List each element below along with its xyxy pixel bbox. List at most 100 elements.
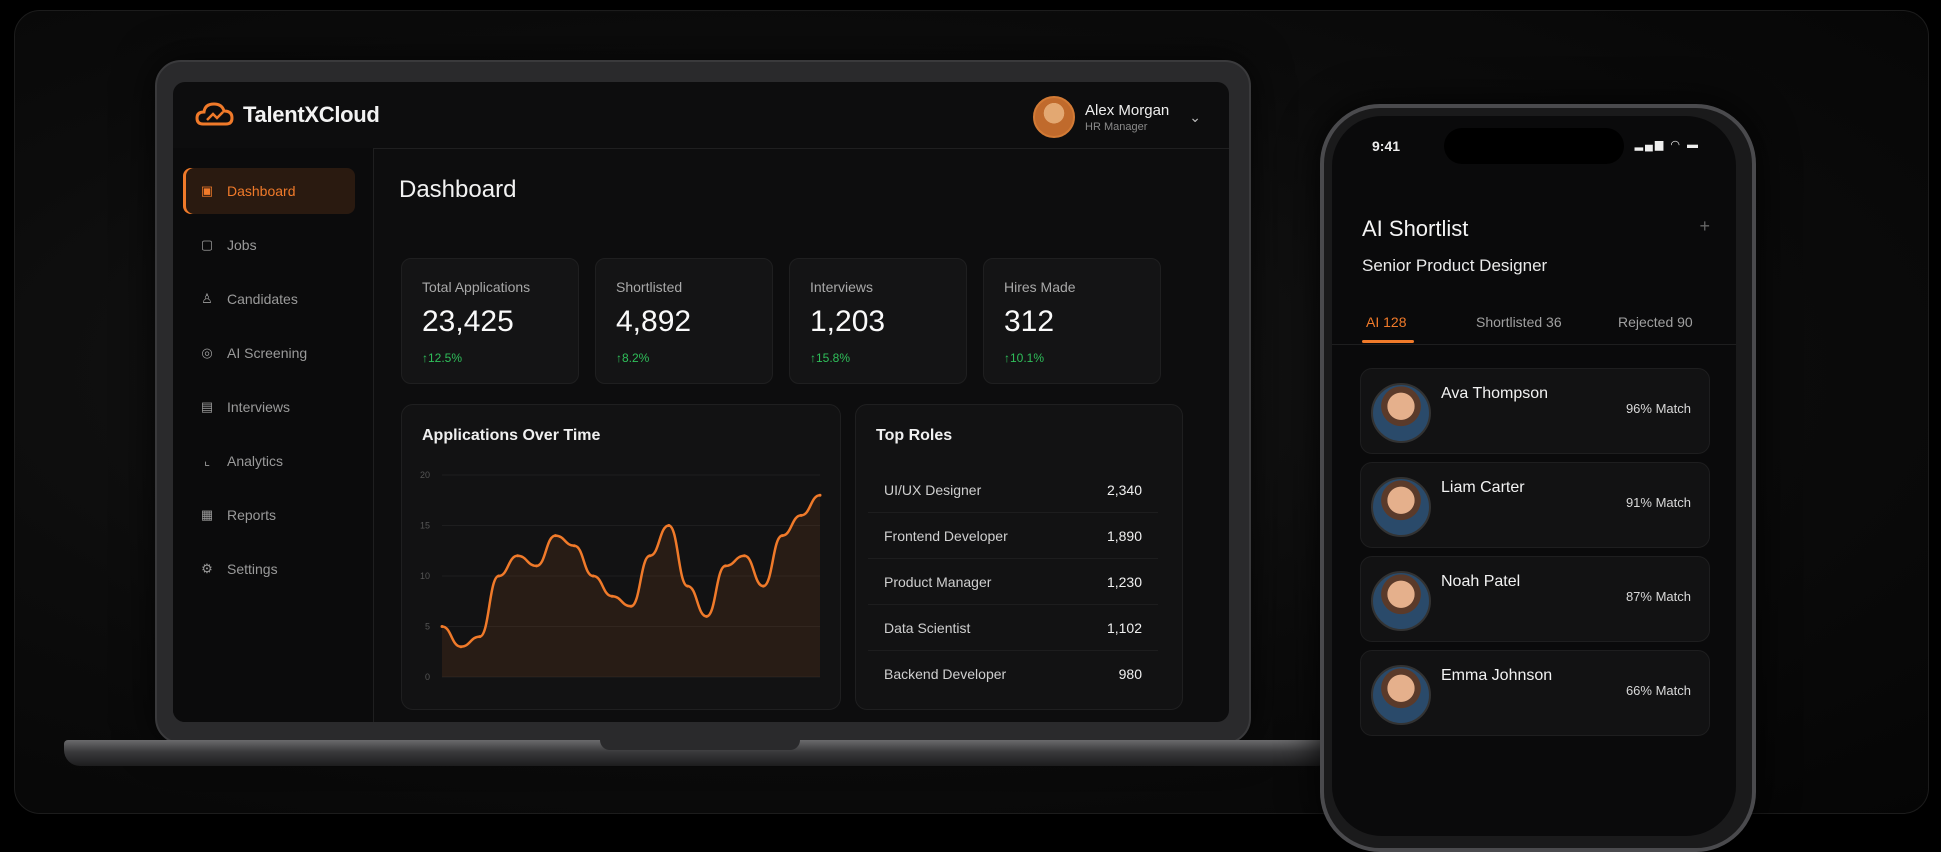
data-point[interactable]	[780, 534, 784, 538]
app-header: TalentXCloud Alex Morgan HR Manager ⌄	[173, 82, 1229, 149]
top-role-row[interactable]: Product Manager 1,230	[868, 559, 1158, 605]
laptop-hinge-notch	[600, 740, 800, 750]
add-icon[interactable]: +	[1699, 216, 1710, 237]
candidate-name: Noah Patel	[1441, 573, 1521, 590]
role-count: 1,230	[1106, 573, 1142, 590]
data-point[interactable]	[724, 564, 727, 568]
data-point[interactable]	[799, 513, 803, 517]
candidate-card[interactable]: Liam Carter 91% Match	[1360, 462, 1710, 548]
sidebar-item-label: Jobs	[227, 237, 257, 253]
y-tick-label: 20	[420, 470, 430, 480]
stat-card-hires-made[interactable]: Hires Made 312 ↑10.1%	[983, 258, 1161, 384]
avatar	[1371, 477, 1431, 537]
candidate-name: Liam Carter	[1441, 479, 1525, 496]
data-point[interactable]	[818, 493, 822, 497]
sidebar-item-label: Candidates	[227, 291, 298, 307]
y-tick-label: 0	[425, 672, 430, 682]
match-score: 87% Match	[1625, 589, 1691, 604]
candidate-card[interactable]: Emma Johnson 66% Match	[1360, 650, 1710, 736]
stat-value: 312	[1004, 305, 1055, 338]
sidebar-item-analytics[interactable]: ⌞ Analytics	[183, 438, 355, 484]
candidate-name: Ava Thompson	[1441, 385, 1549, 402]
data-point[interactable]	[648, 554, 652, 558]
user-menu[interactable]: Alex Morgan HR Manager ⌄	[1033, 96, 1201, 138]
page-title: Dashboard	[399, 176, 517, 203]
data-point[interactable]	[478, 635, 482, 639]
status-time: 9:41	[1372, 138, 1401, 154]
data-point[interactable]	[572, 544, 576, 548]
sidebar-item-label: Analytics	[227, 453, 284, 469]
top-role-row[interactable]: Data Scientist 1,102	[868, 605, 1158, 651]
stat-card-total-applications[interactable]: Total Applications 23,425 ↑12.5%	[401, 258, 579, 384]
data-point[interactable]	[667, 524, 671, 527]
briefcase-icon: ▢	[200, 237, 214, 252]
role-name: UI/UX Designer	[884, 481, 982, 498]
ai-icon: ◎	[201, 345, 213, 360]
stat-card-shortlisted[interactable]: Shortlisted 4,892 ↑8.2%	[595, 258, 773, 384]
avatar	[1371, 571, 1431, 631]
candidate-card[interactable]: Ava Thompson 96% Match	[1360, 368, 1710, 454]
data-point[interactable]	[591, 574, 595, 578]
role-name: Product Manager	[884, 573, 992, 590]
data-point[interactable]	[516, 554, 520, 558]
gear-icon: ⚙	[201, 561, 213, 576]
sidebar-item-reports[interactable]: ▦ Reports	[183, 492, 355, 538]
data-point[interactable]	[742, 554, 746, 558]
avatar	[1033, 96, 1076, 138]
sidebar-item-dashboard[interactable]: ▣ Dashboard	[183, 168, 355, 214]
analytics-icon: ⌞	[203, 453, 211, 468]
tab-rejected[interactable]: Rejected 90	[1618, 314, 1693, 330]
sidebar-item-interviews[interactable]: ▤ Interviews	[183, 384, 355, 430]
main-content: Dashboard Total Applications 23,425 ↑12.…	[373, 148, 1229, 722]
shortlist-title: AI Shortlist	[1362, 216, 1469, 241]
chevron-down-icon: ⌄	[1189, 108, 1201, 125]
sidebar-item-label: Settings	[227, 561, 278, 577]
cloud-logo-icon	[195, 102, 234, 126]
data-point[interactable]	[535, 564, 538, 568]
data-point[interactable]	[459, 645, 463, 649]
candidate-card[interactable]: Noah Patel 87% Match	[1360, 556, 1710, 642]
sidebar-item-settings[interactable]: ⚙ Settings	[183, 546, 355, 592]
stat-label: Shortlisted	[616, 279, 683, 295]
data-point[interactable]	[610, 594, 614, 598]
status-bar-icons: ▂▄▆ ◠ ▬	[1634, 139, 1700, 151]
role-count: 980	[1118, 666, 1142, 682]
applications-line-chart: 20 15 10 5 0	[420, 470, 822, 682]
match-score: 96% Match	[1625, 401, 1691, 416]
data-point[interactable]	[686, 584, 690, 588]
sidebar-item-jobs[interactable]: ▢ Jobs	[183, 222, 355, 268]
role-name: Frontend Developer	[884, 527, 1008, 544]
top-roles-title: Top Roles	[876, 427, 953, 444]
sidebar-item-label: AI Screening	[227, 345, 308, 361]
stat-value: 23,425	[422, 305, 514, 338]
sidebar: ▣ Dashboard ▢ Jobs ♙ Candidates ◎ AI Scr…	[173, 148, 374, 722]
tab-ai[interactable]: AI 128	[1366, 314, 1406, 330]
role-name: Backend Developer	[884, 666, 1007, 682]
report-icon: ▦	[200, 507, 214, 522]
data-point[interactable]	[629, 604, 633, 608]
tab-shortlisted[interactable]: Shortlisted 36	[1476, 314, 1562, 330]
top-role-row[interactable]: UI/UX Designer 2,340	[868, 467, 1158, 513]
brand-logo[interactable]: TalentXCloud	[195, 100, 380, 130]
stat-delta: ↑12.5%	[422, 351, 463, 365]
stat-label: Total Applications	[422, 279, 531, 295]
role-name: Data Scientist	[884, 619, 971, 636]
role-count: 1,102	[1106, 619, 1142, 636]
chart-panel: Applications Over Time 20 15 10 5 0	[401, 404, 841, 710]
sidebar-item-ai-screening[interactable]: ◎ AI Screening	[183, 330, 355, 376]
data-point[interactable]	[705, 614, 709, 618]
stat-card-interviews[interactable]: Interviews 1,203 ↑15.8%	[789, 258, 967, 384]
active-tab-indicator	[1362, 340, 1414, 343]
y-tick-label: 5	[425, 622, 430, 632]
data-point[interactable]	[497, 574, 501, 578]
top-role-row[interactable]: Backend Developer 980	[868, 651, 1158, 697]
data-point[interactable]	[440, 625, 444, 628]
candidate-name: Emma Johnson	[1441, 667, 1553, 684]
role-count: 2,340	[1106, 481, 1142, 498]
top-role-row[interactable]: Frontend Developer 1,890	[868, 513, 1158, 559]
top-roles-panel: Top Roles UI/UX Designer 2,340 Frontend …	[855, 404, 1183, 710]
sidebar-item-candidates[interactable]: ♙ Candidates	[183, 276, 355, 322]
data-point[interactable]	[553, 534, 557, 538]
calendar-icon: ▤	[200, 399, 214, 414]
data-point[interactable]	[761, 584, 765, 588]
